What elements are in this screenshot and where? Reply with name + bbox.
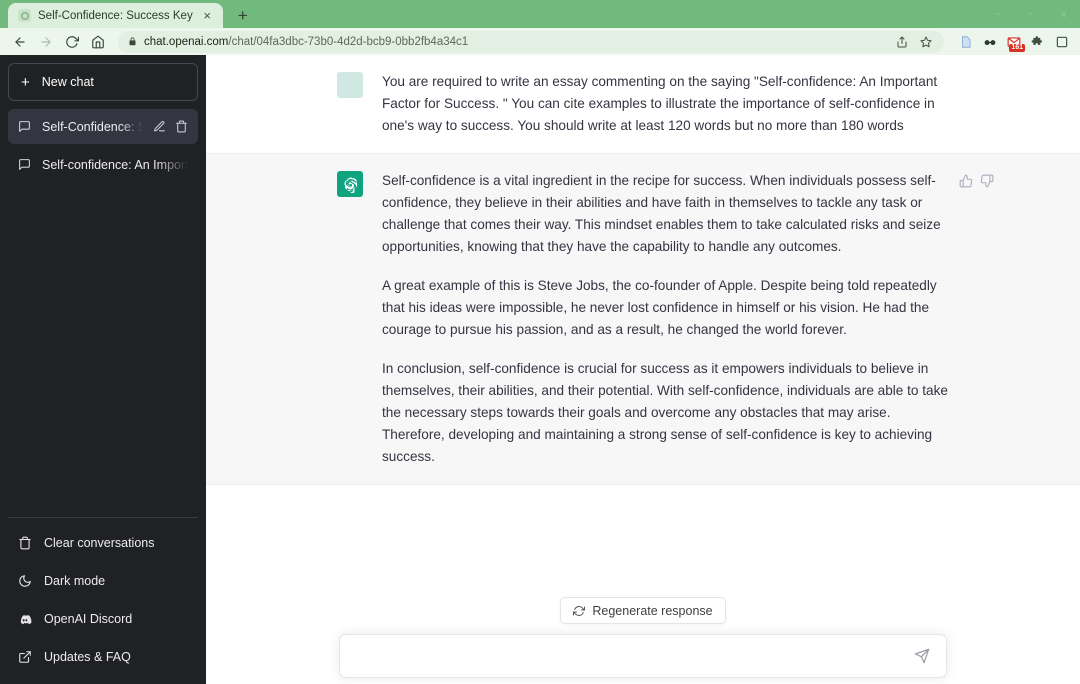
sidebar-item-dark-mode[interactable]: Dark mode — [8, 562, 198, 600]
trash-icon — [18, 536, 32, 550]
chatgpt-favicon — [18, 9, 31, 22]
regenerate-response-button[interactable]: Regenerate response — [560, 597, 726, 624]
conversation-title: Self-confidence: An Important Factor — [42, 157, 188, 172]
extensions-puzzle-icon[interactable] — [1027, 31, 1048, 52]
url-host: chat.openai.com — [144, 35, 229, 48]
regenerate-row: Regenerate response — [206, 589, 1080, 634]
sidebar-item-label: OpenAI Discord — [44, 612, 133, 626]
new-chat-label: New chat — [41, 75, 94, 89]
conversation-actions — [153, 120, 188, 133]
moon-icon — [18, 574, 32, 588]
message-body: Self-confidence is a vital ingredient in… — [382, 170, 949, 468]
chatgpt-avatar — [337, 171, 363, 197]
assistant-message: Self-confidence is a vital ingredient in… — [206, 153, 1080, 485]
browser-window: Self-Confidence: Success Key × + – ▫ ✕ c… — [0, 0, 1080, 684]
assistant-paragraph-2: A great example of this is Steve Jobs, t… — [382, 278, 937, 337]
back-icon[interactable] — [8, 30, 32, 54]
send-icon[interactable] — [912, 646, 932, 666]
thumbs-up-icon[interactable] — [959, 174, 973, 188]
message-inner: You are required to write an essay comme… — [337, 71, 949, 137]
extension-icons: 161 — [952, 31, 1072, 52]
tab-title: Self-Confidence: Success Key — [38, 9, 193, 22]
home-icon[interactable] — [86, 30, 110, 54]
close-window-button[interactable]: ✕ — [1047, 0, 1080, 28]
forward-icon[interactable] — [34, 30, 58, 54]
external-link-icon — [18, 650, 32, 664]
user-message-text: You are required to write an essay comme… — [382, 74, 938, 133]
regenerate-response-label: Regenerate response — [592, 603, 713, 618]
share-icon[interactable] — [893, 33, 910, 50]
refresh-icon — [573, 605, 586, 617]
sidebar-item-clear-conversations[interactable]: Clear conversations — [8, 524, 198, 562]
profile-icon[interactable] — [1051, 31, 1072, 52]
gmail-extension-icon[interactable]: 161 — [1003, 31, 1025, 52]
window-controls: – ▫ ✕ — [981, 0, 1080, 28]
message-body: You are required to write an essay comme… — [382, 71, 949, 137]
lock-icon — [128, 36, 137, 47]
message-feedback-controls — [959, 174, 994, 188]
chat-bubble-icon — [18, 120, 32, 133]
message-input[interactable] — [354, 635, 912, 677]
sidebar: + New chat Self-Confidence: Success Key — [0, 55, 206, 684]
sidebar-item-label: Dark mode — [44, 574, 106, 588]
address-bar[interactable]: chat.openai.com/chat/04fa3dbc-73b0-4d2d-… — [118, 30, 944, 53]
assistant-paragraph-1: Self-confidence is a vital ingredient in… — [382, 173, 941, 254]
sidebar-item-openai-discord[interactable]: OpenAI Discord — [8, 600, 198, 638]
gmail-badge-count: 161 — [1009, 44, 1025, 52]
user-avatar — [337, 72, 363, 98]
reading-list-icon[interactable] — [955, 31, 976, 52]
conversation-title: Self-Confidence: Success Key — [42, 119, 143, 134]
sidebar-item-label: Clear conversations — [44, 536, 155, 550]
page-content: + New chat Self-Confidence: Success Key — [0, 55, 1080, 684]
composer-area: Regenerate response — [206, 589, 1080, 684]
maximize-button[interactable]: ▫ — [1014, 0, 1047, 28]
new-tab-button[interactable]: + — [230, 3, 256, 27]
glasses-extension-icon[interactable] — [979, 31, 1000, 52]
delete-conversation-icon[interactable] — [175, 120, 188, 133]
conversation-list: Self-Confidence: Success Key Sel — [8, 109, 198, 182]
new-chat-button[interactable]: + New chat — [8, 63, 198, 101]
tab-strip: Self-Confidence: Success Key × + – ▫ ✕ — [0, 0, 1080, 28]
assistant-paragraph-3: In conclusion, self-confidence is crucia… — [382, 361, 948, 464]
composer-wrap — [206, 634, 1080, 678]
minimize-button[interactable]: – — [981, 0, 1014, 28]
conversation-item-active[interactable]: Self-Confidence: Success Key — [8, 109, 198, 144]
sidebar-item-label: Updates & FAQ — [44, 650, 131, 664]
conversation-item[interactable]: Self-confidence: An Important Factor — [8, 147, 198, 182]
thumbs-down-icon[interactable] — [980, 174, 994, 188]
plus-icon: + — [21, 73, 30, 91]
sidebar-bottom: Clear conversations Dark mode OpenAI Dis… — [8, 517, 198, 676]
sidebar-item-updates-faq[interactable]: Updates & FAQ — [8, 638, 198, 676]
edit-conversation-icon[interactable] — [153, 120, 166, 133]
chat-area: You are required to write an essay comme… — [206, 55, 1080, 684]
url-path: /chat/04fa3dbc-73b0-4d2d-bcb9-0bb2fb4a34… — [228, 35, 469, 48]
star-icon[interactable] — [917, 33, 934, 50]
user-message: You are required to write an essay comme… — [206, 55, 1080, 153]
browser-tab[interactable]: Self-Confidence: Success Key × — [8, 3, 223, 28]
chat-bubble-icon — [18, 158, 32, 171]
composer[interactable] — [339, 634, 947, 678]
url-text: chat.openai.com/chat/04fa3dbc-73b0-4d2d-… — [144, 36, 886, 48]
message-inner: Self-confidence is a vital ingredient in… — [337, 170, 994, 468]
close-tab-icon[interactable]: × — [200, 8, 215, 23]
browser-toolbar: chat.openai.com/chat/04fa3dbc-73b0-4d2d-… — [0, 28, 1080, 55]
discord-icon — [18, 612, 32, 626]
reload-icon[interactable] — [60, 30, 84, 54]
